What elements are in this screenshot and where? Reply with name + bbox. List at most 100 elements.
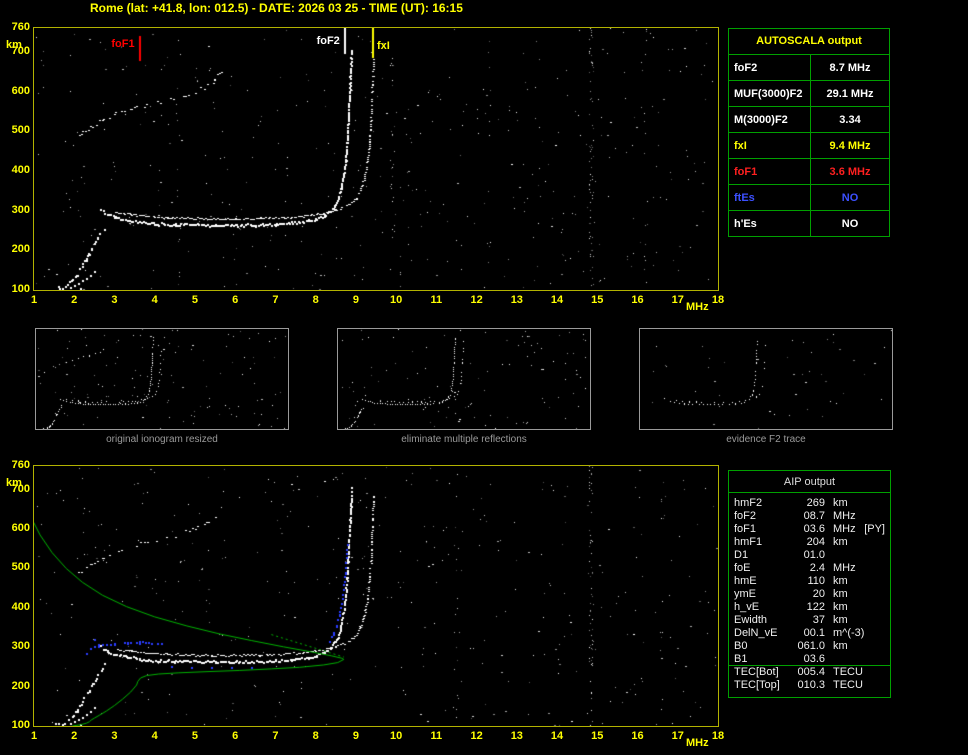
aip-param-value: 00.1 <box>803 626 825 639</box>
thumbnail-no-multiples <box>337 328 591 430</box>
autoscala-param-label: foF1 <box>729 159 811 184</box>
y-tick-label: 400 <box>11 600 30 613</box>
aip-param-label: B0 <box>734 639 748 652</box>
x-tick-label: 11 <box>430 730 443 742</box>
x-tick-label: 8 <box>312 730 319 742</box>
thumbnail-original <box>35 328 289 430</box>
aip-param-unit: km <box>833 613 848 626</box>
aip-row-hmF1: hmF1 204 km <box>729 535 890 548</box>
autoscala-row-fxI: fxI 9.4 MHz <box>729 132 889 158</box>
aip-param-label: foF1 <box>734 522 757 535</box>
autoscala-rows: foF2 8.7 MHz MUF(3000)F2 29.1 MHz M(3000)F2 3… <box>729 54 889 236</box>
autoscala-row-foF2: foF2 8.7 MHz <box>729 54 889 80</box>
y-tick-label: 500 <box>11 561 30 574</box>
autoscala-param-value: NO <box>841 217 859 230</box>
thumbnail-f2-trace <box>639 328 893 430</box>
autoscala-row-MUF(3000)F2: MUF(3000)F2 29.1 MHz <box>729 80 889 106</box>
x-tick-label: 5 <box>191 294 198 306</box>
y-tick-label: 760 <box>11 459 30 471</box>
aip-param-value: 110 <box>807 574 825 587</box>
x-tick-label: 13 <box>510 294 523 306</box>
x-tick-label: 10 <box>389 294 403 306</box>
x-tick-label: 12 <box>470 730 483 742</box>
aip-param-value: 20 <box>812 587 825 600</box>
aip-param-note: [PY] <box>864 522 885 535</box>
aip-row-D1: D1 01.0 <box>729 548 890 561</box>
aip-param-label: D1 <box>734 548 749 561</box>
aip-param-label: ymE <box>734 587 756 600</box>
aip-param-label: foE <box>734 561 751 574</box>
x-tick-label: 17 <box>671 294 684 306</box>
x-tick-label: 9 <box>352 730 359 742</box>
aip-param-value: 2.4 <box>809 561 825 574</box>
thumbnail-no-multiples-caption: eliminate multiple reflections <box>401 434 527 445</box>
window-title: Rome (lat: +41.8, lon: 012.5) - DATE: 20… <box>90 1 463 15</box>
x-tick-label: 12 <box>470 294 483 306</box>
aip-output-panel: AIP output hmF2 269 km foF2 08.7 MHz foF1 03.6 M… <box>728 470 891 698</box>
aip-row-TEC[Top]: TEC[Top] 010.3 TECU <box>729 678 890 691</box>
marker-label-fxi: fxI <box>376 40 390 52</box>
aip-param-label: hmF2 <box>734 496 763 509</box>
y-tick-label: 200 <box>11 679 30 692</box>
aip-param-label: Ewidth <box>734 613 768 626</box>
x-tick-label: 15 <box>591 730 604 742</box>
y-tick-label: 300 <box>11 640 30 653</box>
aip-param-label: foF2 <box>734 509 757 522</box>
thumbnail-original-canvas <box>36 329 288 429</box>
autoscala-panel-title: AUTOSCALA output <box>756 35 862 47</box>
x-tick-label: 11 <box>430 294 443 306</box>
aip-param-unit: km <box>833 535 848 548</box>
aip-row-B1: B1 03.6 <box>729 652 890 665</box>
aip-param-value: 269 <box>806 496 825 509</box>
x-tick-label: 4 <box>151 730 158 742</box>
autoscala-param-value: 8.7 MHz <box>829 61 871 74</box>
marker-label-fof2: foF2 <box>316 35 340 47</box>
ionogram-canvas-top <box>34 28 718 290</box>
aip-row-ymE: ymE 20 km <box>729 587 890 600</box>
y-tick-label: 500 <box>11 124 30 137</box>
thumbnail-no-multiples-canvas <box>338 329 590 429</box>
aip-param-unit: MHz <box>833 561 856 574</box>
aip-row-hmE: hmE 110 km <box>729 574 890 587</box>
aip-param-unit: m^(-3) <box>833 626 865 639</box>
x-tick-label: 3 <box>111 294 118 306</box>
aip-row-foE: foE 2.4 MHz <box>729 561 890 574</box>
x-tick-label: 18 <box>711 294 725 306</box>
autoscala-output-panel: AUTOSCALA output foF2 8.7 MHz MUF(3000)F2 2… <box>728 28 890 237</box>
x-tick-label: 9 <box>352 294 359 306</box>
aip-param-unit: km <box>833 639 848 652</box>
aip-param-unit: km <box>833 587 848 600</box>
x-tick-label: 6 <box>232 730 239 742</box>
aip-param-value: 122 <box>806 600 825 613</box>
x-axis-unit-bottom: MHz <box>686 737 709 749</box>
x-tick-label: 17 <box>671 730 684 742</box>
aip-param-value: 010.3 <box>797 678 825 691</box>
autoscala-param-label: ftEs <box>729 185 811 210</box>
aip-param-unit: km <box>833 600 848 613</box>
aip-row-B0: B0 061.0 km <box>729 639 890 652</box>
x-tick-label: 2 <box>71 294 78 306</box>
aip-param-value: 005.4 <box>797 666 825 678</box>
x-tick-label: 2 <box>71 730 78 742</box>
aip-param-label: h_vE <box>734 600 760 613</box>
x-tick-label: 10 <box>389 730 403 742</box>
y-tick-label: 300 <box>11 203 30 216</box>
aip-param-unit: TECU <box>833 678 863 691</box>
x-tick-label: 1 <box>30 730 38 742</box>
x-tick-label: 7 <box>272 730 279 742</box>
aip-param-label: hmF1 <box>734 535 763 548</box>
y-tick-label: 760 <box>11 21 30 33</box>
autoscala-param-value: 3.6 MHz <box>829 165 871 178</box>
autoscala-param-value: NO <box>841 191 859 204</box>
autoscala-row-M(3000)F2: M(3000)F2 3.34 <box>729 106 889 132</box>
y-tick-label: 600 <box>11 522 30 535</box>
aip-param-label: TEC[Bot] <box>734 666 779 678</box>
thumbnail-f2-trace-canvas <box>640 329 892 429</box>
x-axis-unit-top: MHz <box>686 301 709 313</box>
autoscala-param-label: h'Es <box>729 211 811 236</box>
ionogram-plot-bottom <box>33 465 719 727</box>
autoscala-param-value: 29.1 MHz <box>826 87 874 100</box>
aip-row-foF1: foF1 03.6 MHz [PY] <box>729 522 890 535</box>
aip-param-unit: TECU <box>833 666 863 678</box>
x-tick-label: 15 <box>591 294 604 306</box>
